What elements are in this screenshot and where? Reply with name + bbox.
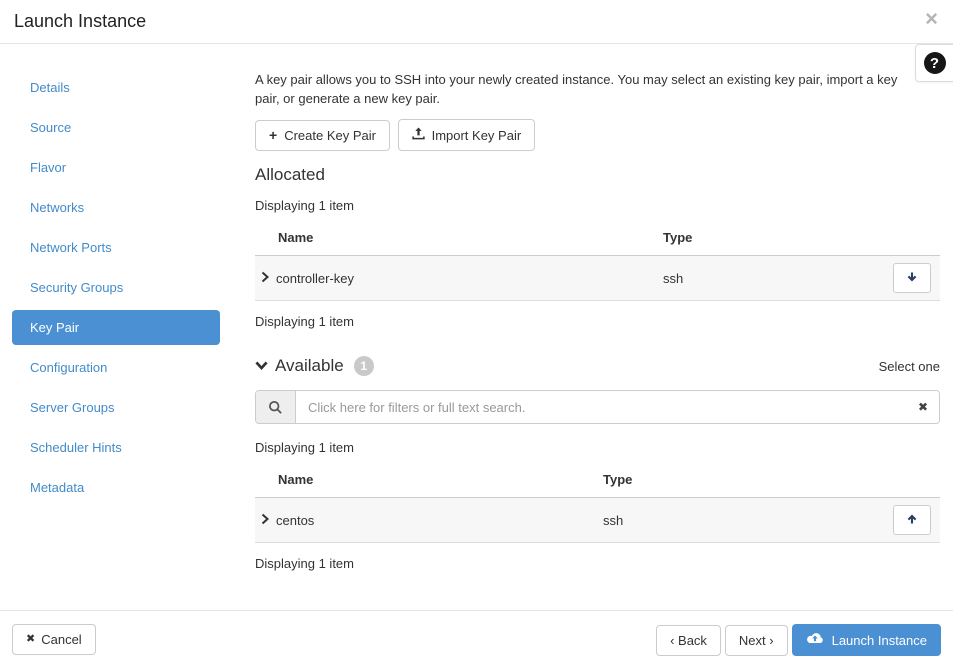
create-key-pair-button[interactable]: + Create Key Pair xyxy=(255,119,390,151)
cloud-upload-icon xyxy=(806,632,824,648)
sidebar-item-security-groups[interactable]: Security Groups xyxy=(12,270,220,305)
launch-instance-modal: Launch Instance × ? Details Source Flavo… xyxy=(0,0,953,668)
available-count-badge: 1 xyxy=(353,356,374,376)
allocated-count-bottom: Displaying 1 item xyxy=(255,314,354,329)
available-row-centos[interactable]: centos ssh xyxy=(255,498,940,543)
launch-instance-button[interactable]: Launch Instance xyxy=(791,624,941,656)
available-table-header: Name Type xyxy=(255,459,940,498)
filter-search-bar: ✖ xyxy=(255,390,940,424)
column-header-type: Type xyxy=(663,230,693,245)
sidebar-item-configuration[interactable]: Configuration xyxy=(12,350,220,385)
next-button[interactable]: Next › xyxy=(724,624,788,656)
cancel-label: Cancel xyxy=(41,632,82,647)
allocate-button[interactable] xyxy=(893,505,931,535)
key-pair-name: controller-key xyxy=(276,270,355,286)
import-key-pair-button[interactable]: Import Key Pair xyxy=(397,119,536,151)
sidebar-item-network-ports[interactable]: Network Ports xyxy=(12,230,220,265)
available-count-top: Displaying 1 item xyxy=(255,440,354,455)
wizard-sidebar: Details Source Flavor Networks Network P… xyxy=(0,70,243,610)
x-icon: ✖ xyxy=(26,633,36,645)
allocated-heading: Allocated xyxy=(255,165,325,184)
launch-instance-label: Launch Instance xyxy=(831,632,927,648)
available-heading: Available xyxy=(275,356,344,375)
modal-header: Launch Instance × xyxy=(0,0,953,44)
available-table: Name Type centos ssh xyxy=(255,459,940,543)
cancel-button[interactable]: ✖ Cancel xyxy=(12,624,96,655)
sidebar-item-server-groups[interactable]: Server Groups xyxy=(12,390,220,425)
sidebar-item-networks[interactable]: Networks xyxy=(12,190,220,225)
key-pair-type: ssh xyxy=(603,512,624,528)
deallocate-button[interactable] xyxy=(893,263,931,293)
wizard-nav-buttons: ‹ Back Next › Launch Instance xyxy=(656,624,941,656)
question-circle-icon: ? xyxy=(923,52,946,74)
search-icon[interactable] xyxy=(256,391,296,423)
allocated-row-controller-key[interactable]: controller-key ssh xyxy=(255,256,940,301)
clear-search-icon[interactable]: ✖ xyxy=(918,400,928,414)
sidebar-item-flavor[interactable]: Flavor xyxy=(12,150,220,185)
close-icon[interactable]: × xyxy=(925,8,938,30)
import-key-pair-label: Import Key Pair xyxy=(431,127,522,143)
key-pair-panel: A key pair allows you to SSH into your n… xyxy=(243,70,953,610)
page-title: Launch Instance xyxy=(14,11,147,31)
column-header-name: Name xyxy=(278,472,314,487)
key-pair-description: A key pair allows you to SSH into your n… xyxy=(255,72,898,106)
available-count-bottom: Displaying 1 item xyxy=(255,556,354,571)
column-header-name: Name xyxy=(278,230,314,245)
arrow-up-icon xyxy=(906,513,918,528)
key-pair-name: centos xyxy=(276,512,315,528)
modal-body: Details Source Flavor Networks Network P… xyxy=(0,44,953,610)
sidebar-item-metadata[interactable]: Metadata xyxy=(12,470,220,505)
modal-footer: ✖ Cancel ‹ Back Next › Launch Instance xyxy=(0,610,953,668)
key-pair-actions: + Create Key Pair Import Key Pair xyxy=(255,119,940,151)
chevron-down-icon xyxy=(255,359,268,374)
help-button[interactable]: ? xyxy=(915,44,953,82)
chevron-right-icon[interactable] xyxy=(260,271,270,286)
upload-icon xyxy=(411,127,425,143)
available-header: Available 1 Select one xyxy=(255,356,940,376)
sidebar-item-key-pair[interactable]: Key Pair xyxy=(12,310,220,345)
column-header-type: Type xyxy=(603,472,633,487)
allocated-table-header: Name Type xyxy=(255,217,940,256)
select-one-hint: Select one xyxy=(878,358,940,374)
sidebar-item-source[interactable]: Source xyxy=(12,110,220,145)
search-input[interactable] xyxy=(296,391,939,423)
chevron-right-icon[interactable] xyxy=(260,513,270,528)
key-pair-type: ssh xyxy=(663,270,684,286)
available-toggle[interactable]: Available 1 xyxy=(255,356,374,376)
arrow-down-icon xyxy=(906,271,918,286)
plus-icon: + xyxy=(269,127,278,143)
create-key-pair-label: Create Key Pair xyxy=(284,127,376,143)
sidebar-item-details[interactable]: Details xyxy=(12,70,220,105)
allocated-count-top: Displaying 1 item xyxy=(255,198,354,213)
back-button[interactable]: ‹ Back xyxy=(656,624,721,656)
allocated-table: Name Type controller-key ssh xyxy=(255,217,940,301)
sidebar-item-scheduler-hints[interactable]: Scheduler Hints xyxy=(12,430,220,465)
